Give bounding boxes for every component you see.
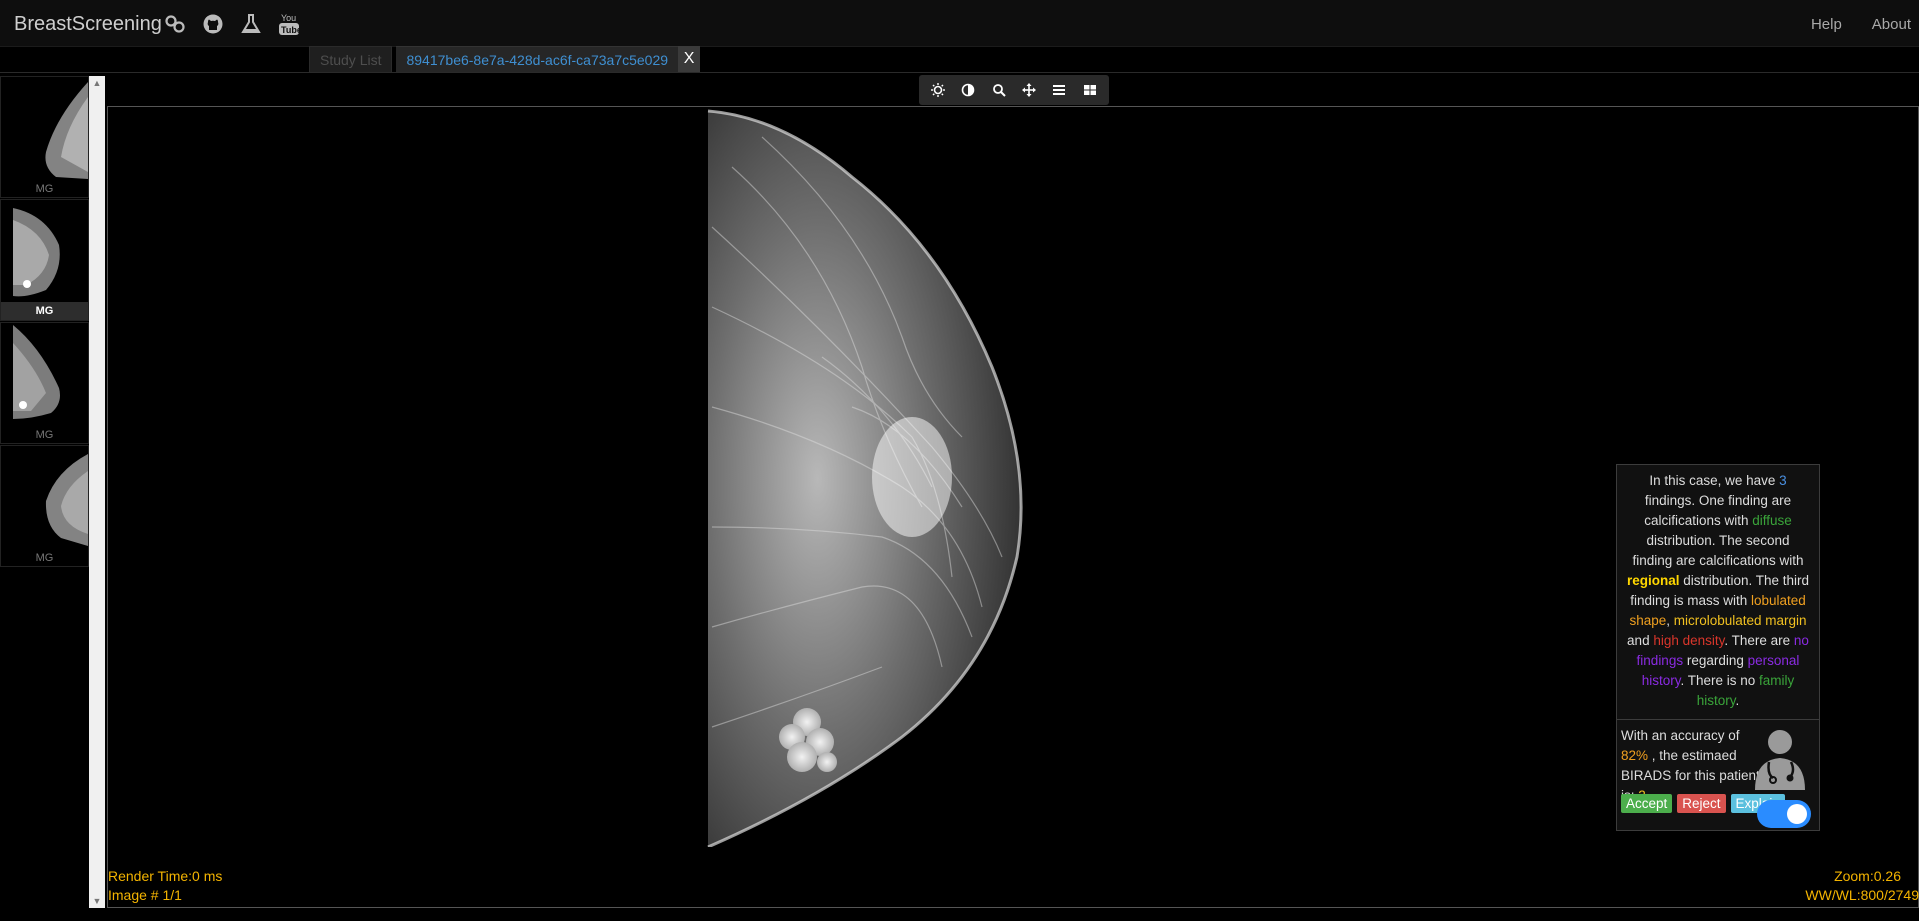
findings-text: distribution. The second finding are cal… [1632,533,1804,568]
image-index-overlay: Image # 1/1 [108,887,182,903]
finding-regional: regional [1626,573,1680,588]
accept-button[interactable]: Accept [1621,794,1673,813]
ai-assistant-panel: In this case, we have 3 findings. One fi… [1616,464,1820,831]
assistant-toggle[interactable] [1757,800,1811,828]
scroll-up-arrow-icon[interactable]: ▲ [89,76,105,90]
thumbnail-3-label: MG [35,429,54,441]
tab-study-list[interactable]: Study List [309,46,393,72]
mammogram-image [707,109,1023,847]
top-navbar: BreastScreening You Tube Help About [0,0,1919,47]
study-tabs: Study List 89417be6-8e7a-428d-ac6f-ca73a… [309,46,701,72]
findings-summary: In this case, we have 3 findings. One fi… [1617,465,1819,720]
thumbnail-3[interactable]: MG [0,322,89,444]
thumbnail-scrollbar[interactable]: ▲ ▼ [89,76,105,908]
findings-text: . [1735,693,1740,708]
flask-icon[interactable] [239,12,263,36]
contrast-icon[interactable] [957,79,979,101]
thumbnail-1-label: MG [35,183,54,195]
thumbnail-2-image [13,208,60,297]
accuracy-value: 82% [1621,748,1649,763]
thumbnail-1-image [45,82,88,179]
reject-button[interactable]: Reject [1677,794,1726,813]
about-link[interactable]: About [1872,16,1911,33]
toggle-knob [1787,804,1807,824]
scroll-down-arrow-icon[interactable]: ▼ [89,894,105,908]
thumbnail-3-image [13,325,60,419]
youtube-icon[interactable]: You Tube [277,12,301,36]
thumbnail-list: MG MG MG MG [0,76,89,568]
finding-high-density: high density [1653,633,1725,648]
finding-diffuse: diffuse [1752,513,1792,528]
finding-microlobulated: microlobulated margin [1673,613,1807,628]
svg-text:You: You [281,13,296,23]
pan-icon[interactable] [1018,79,1040,101]
thumbnail-4[interactable]: MG [0,445,89,567]
layout-icon[interactable] [1079,79,1101,101]
findings-text: , [1666,613,1674,628]
viewer-toolbar [919,75,1109,105]
render-time-overlay: Render Time:0 ms [108,868,223,884]
nav-icon-group: You Tube [163,12,301,36]
header-divider [0,72,1919,73]
thumbnail-2-label: MG [1,302,88,320]
findings-text: and [1627,633,1654,648]
findings-text: In this case, we have [1649,473,1780,488]
tab-active-study[interactable]: 89417be6-8e7a-428d-ac6f-ca73a7c5e029 [396,46,679,72]
findings-count: 3 [1779,473,1787,488]
list-icon[interactable] [1048,79,1070,101]
brightness-icon[interactable] [927,79,949,101]
zoom-overlay: Zoom:0.26 [1834,868,1901,884]
close-tab-button[interactable]: X [678,46,701,72]
birads-text-part: With an accuracy of [1621,728,1740,743]
birads-section: With an accuracy of 82% , the estimaed B… [1617,720,1819,830]
app-brand[interactable]: BreastScreening [14,13,162,36]
zoom-icon[interactable] [988,79,1010,101]
nav-links: Help About [1811,16,1919,33]
thumbnail-sidebar: MG MG MG MG [0,76,89,908]
thumbnail-4-image [45,454,88,546]
window-level-overlay: WW/WL:800/2749 [1805,887,1919,903]
link-icon[interactable] [163,12,187,36]
thumbnail-1[interactable]: MG [0,76,89,198]
doctor-avatar-icon [1751,728,1809,795]
svg-text:Tube: Tube [281,25,300,35]
github-icon[interactable] [201,12,225,36]
help-link[interactable]: Help [1811,16,1842,33]
findings-text: regarding [1683,653,1748,668]
findings-text: . There is no [1680,673,1760,688]
thumbnail-2[interactable]: MG [0,199,89,321]
findings-text: . There are [1724,633,1794,648]
thumbnail-4-label: MG [35,552,54,564]
